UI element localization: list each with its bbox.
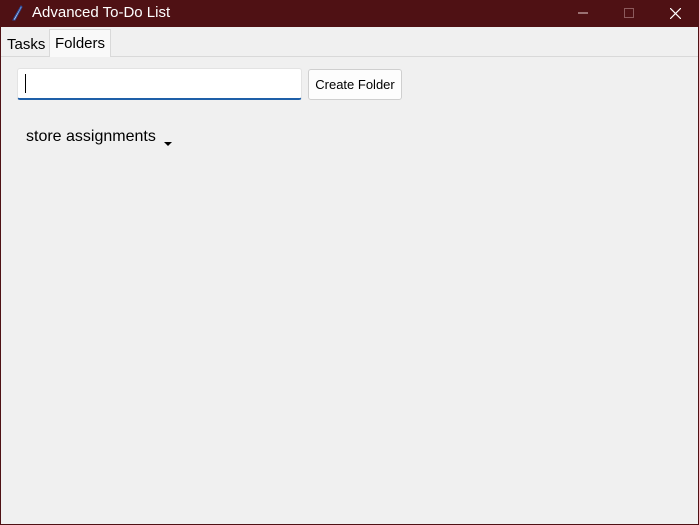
minimize-icon <box>578 12 588 14</box>
title-bar[interactable]: Advanced To-Do List <box>1 1 698 27</box>
text-cursor <box>25 74 26 93</box>
minimize-button[interactable] <box>560 1 606 27</box>
folder-select[interactable]: store assignments <box>19 124 189 150</box>
new-folder-input[interactable] <box>17 68 302 100</box>
close-button[interactable] <box>652 1 698 27</box>
maximize-icon <box>624 8 634 18</box>
tab-bar: Tasks Folders <box>1 27 698 57</box>
app-window: Advanced To-Do List Tasks Folders Create… <box>0 0 699 525</box>
tab-folders[interactable]: Folders <box>49 29 112 57</box>
create-folder-button[interactable]: Create Folder <box>308 69 402 100</box>
window-title: Advanced To-Do List <box>32 4 171 21</box>
maximize-button[interactable] <box>606 1 652 27</box>
feather-pen-icon <box>10 5 24 21</box>
tab-tasks[interactable]: Tasks <box>3 35 49 55</box>
close-icon <box>670 8 681 19</box>
folder-select-value: store assignments <box>26 128 156 145</box>
dropdown-arrow-icon <box>164 134 172 152</box>
